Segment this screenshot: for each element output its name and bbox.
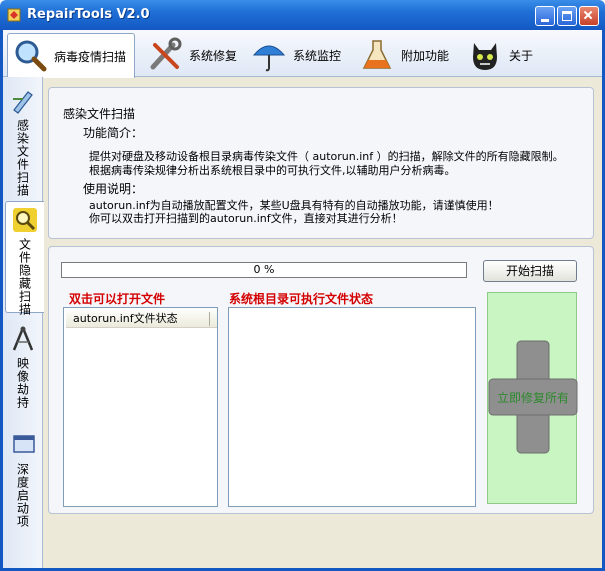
window-title: RepairTools V2.0: [27, 7, 150, 22]
side-tab-label: 映像劫持: [15, 357, 30, 409]
side-tab-hidden-files[interactable]: 文件隐藏扫描: [5, 201, 44, 316]
app-icon: [7, 8, 21, 22]
tab-label: 病毒疫情扫描: [54, 49, 127, 64]
umbrella-icon: [252, 45, 286, 72]
left-list-header: 双击可以打开文件: [69, 292, 166, 306]
side-tab-label: 文件隐藏扫描: [17, 238, 32, 316]
tab-label: 系统修复: [189, 48, 238, 63]
tab-system-monitor[interactable]: 系统监控: [247, 33, 347, 77]
tab-label: 附加功能: [401, 48, 450, 63]
side-tab-deep-startup[interactable]: 深度启动项: [5, 427, 41, 539]
tools-icon: [150, 37, 182, 70]
column-header-autorun-status[interactable]: autorun.inf文件状态: [66, 310, 217, 328]
side-tab-bar: 感染文件扫描 文件隐藏扫描 映像劫持 深度启动项: [3, 77, 44, 568]
tab-virus-scan[interactable]: 病毒疫情扫描: [7, 33, 135, 78]
tab-system-repair[interactable]: 系统修复: [143, 33, 243, 77]
tab-label: 系统监控: [293, 48, 342, 63]
side-tab-label: 深度启动项: [15, 463, 30, 528]
magnifier-icon: [15, 40, 47, 72]
magnifier-icon: [13, 208, 37, 232]
close-button[interactable]: [579, 6, 599, 26]
usage-line-2: 你可以双击打开扫描到的autorun.inf文件，直接对其进行分析！: [89, 212, 403, 225]
start-scan-button[interactable]: 开始扫描: [483, 260, 577, 282]
tab-extra-functions[interactable]: 附加功能: [355, 33, 455, 77]
side-tab-label: 感染文件扫描: [15, 119, 30, 197]
intro-line-2: 根据病毒传染规律分析出系统根目录中的可执行文件,以辅助用户分析病毒。: [89, 164, 456, 177]
repair-all-button[interactable]: 立即修复所有: [487, 292, 578, 504]
side-tab-infected-files[interactable]: 感染文件扫描: [5, 83, 41, 197]
progress-text: 0 %: [253, 263, 275, 276]
window-icon: [13, 435, 35, 453]
side-tab-image-hijack[interactable]: 映像劫持: [5, 321, 41, 421]
compass-icon: [12, 326, 34, 351]
pen-icon: [13, 91, 33, 114]
autorun-file-list[interactable]: autorun.inf文件状态: [63, 307, 218, 507]
scan-progress-bar: 0 %: [61, 262, 467, 278]
close-icon: [583, 10, 593, 20]
maximize-button[interactable]: [557, 6, 577, 26]
column-header-label: autorun.inf文件状态: [73, 312, 178, 325]
tab-about[interactable]: 关于: [463, 33, 543, 77]
flask-icon: [362, 40, 392, 69]
intro-heading: 功能简介：: [83, 126, 144, 140]
top-tab-bar: 病毒疫情扫描 系统修复 系统监控 附加功能 关于: [3, 30, 602, 78]
repair-all-label: 立即修复所有: [496, 391, 569, 405]
cat-icon: [473, 43, 497, 70]
title-bar: RepairTools V2.0: [0, 0, 605, 30]
minimize-button[interactable]: [535, 6, 555, 26]
info-panel: 感染文件扫描 功能简介： 提供对硬盘及移动设备根目录病毒传染文件（ autoru…: [48, 87, 594, 239]
root-executables-list[interactable]: [228, 307, 476, 507]
right-list-header: 系统根目录可执行文件状态: [229, 292, 374, 306]
scan-panel: 0 % 开始扫描 双击可以打开文件 autorun.inf文件状态 系统根目录可…: [48, 246, 594, 514]
section-title: 感染文件扫描: [63, 107, 136, 121]
tab-label: 关于: [509, 48, 534, 63]
usage-heading: 使用说明：: [83, 182, 144, 196]
